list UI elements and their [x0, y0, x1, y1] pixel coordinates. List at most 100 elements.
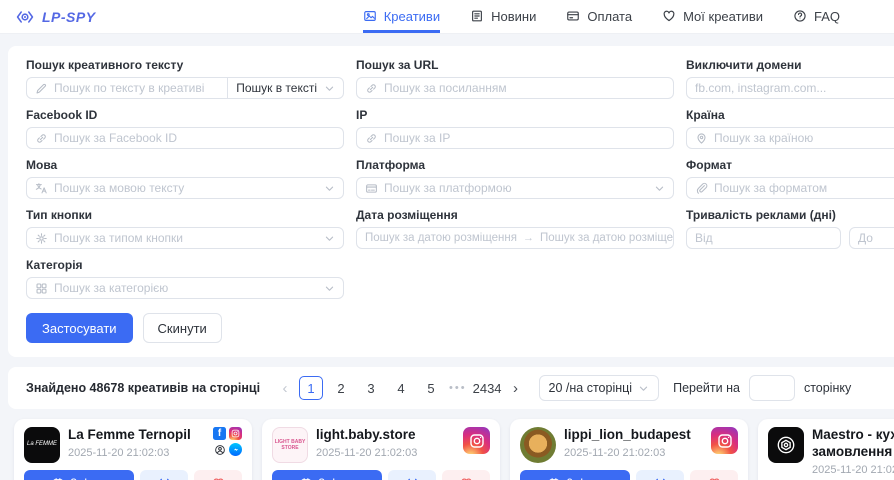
avatar-emblem: [768, 427, 804, 463]
preview-button[interactable]: [140, 470, 188, 480]
button-type-select[interactable]: Пошук за типом кнопки: [26, 227, 344, 249]
page-1[interactable]: 1: [299, 376, 323, 400]
tab-news[interactable]: Новини: [470, 0, 536, 33]
apply-button[interactable]: Застосувати: [26, 313, 133, 343]
card-date: 2025-11-20 21:02:03: [564, 447, 691, 459]
field-platform: Платформа Пошук за платформою: [356, 158, 674, 199]
tab-label: Мої креативи: [683, 9, 763, 24]
header: LP-SPY Креативи Новини Оплата Мої креати…: [0, 0, 894, 34]
chevron-down-icon: [654, 183, 665, 194]
page-5[interactable]: 5: [419, 376, 443, 400]
field-country: Країна: [686, 108, 894, 149]
country-input[interactable]: [686, 127, 894, 149]
image-icon: [363, 9, 377, 23]
url-field[interactable]: [384, 81, 665, 95]
field-ip: IP: [356, 108, 674, 149]
days-button[interactable]: 3 days: [272, 470, 382, 480]
days-button[interactable]: 3 days: [24, 470, 134, 480]
ip-input[interactable]: [356, 127, 674, 149]
eye-icon: [653, 476, 668, 480]
field-label: IP: [356, 108, 674, 122]
card-date: 2025-11-20 21:02:03: [68, 447, 191, 459]
days-button[interactable]: 0 days: [520, 470, 630, 480]
preview-button[interactable]: [636, 470, 684, 480]
url-input[interactable]: [356, 77, 674, 99]
select-placeholder: Пошук за мовою тексту: [54, 181, 184, 195]
exclude-domains-field[interactable]: [695, 81, 894, 95]
messenger-icon[interactable]: [229, 443, 242, 456]
card-title[interactable]: La Femme Ternopil: [68, 427, 191, 444]
duration-from-input[interactable]: [686, 227, 841, 249]
field-label: Країна: [686, 108, 894, 122]
card-date: 2025-11-20 21:02:03: [316, 447, 417, 459]
tab-creatives[interactable]: Креативи: [363, 0, 440, 33]
tab-faq[interactable]: FAQ: [793, 0, 840, 33]
news-icon: [470, 9, 484, 23]
exclude-domains-input[interactable]: [686, 77, 894, 99]
text-search-mode-select[interactable]: Пошук в тексті: [227, 77, 344, 99]
page-3[interactable]: 3: [359, 376, 383, 400]
page-ellipsis[interactable]: •••: [449, 382, 467, 394]
field-label: Формат: [686, 158, 894, 172]
card-title-line2[interactable]: замовлення в Ужго: [812, 444, 894, 461]
prev-page-button[interactable]: ‹: [274, 376, 296, 400]
question-icon: [793, 9, 807, 23]
field-label: Платформа: [356, 158, 674, 172]
select-placeholder: Пошук за платформою: [384, 181, 512, 195]
logo[interactable]: LP-SPY: [14, 0, 96, 33]
preview-button[interactable]: [388, 470, 436, 480]
profile-icon[interactable]: [213, 443, 226, 456]
card-title[interactable]: Maestro - кухні, ме: [812, 427, 894, 444]
country-field[interactable]: [714, 131, 894, 145]
creative-text-field[interactable]: [54, 81, 219, 95]
tab-payment[interactable]: Оплата: [566, 0, 632, 33]
card-title[interactable]: lippi_lion_budapest: [564, 427, 691, 444]
creative-text-input[interactable]: [26, 77, 228, 99]
duration-from-field[interactable]: [695, 231, 832, 245]
category-grid-icon: [35, 282, 48, 295]
goto-page-input[interactable]: [749, 375, 795, 401]
reset-button[interactable]: Скинути: [143, 313, 222, 343]
instagram-icon[interactable]: [229, 427, 242, 440]
date-range-picker[interactable]: Пошук за датою розміщення → Пошук за дат…: [356, 227, 674, 249]
instagram-icon[interactable]: [711, 427, 738, 454]
next-page-button[interactable]: ›: [505, 376, 527, 400]
instagram-icon[interactable]: [463, 427, 490, 454]
format-input[interactable]: [686, 177, 894, 199]
field-label: Тривалість реклами (дні): [686, 208, 894, 222]
avatar: LIGHT BABY STORE: [272, 427, 308, 463]
tab-my-creatives[interactable]: Мої креативи: [662, 0, 763, 33]
duration-to-field[interactable]: [858, 231, 894, 245]
chevron-down-icon: [324, 283, 335, 294]
card-title[interactable]: light.baby.store: [316, 427, 417, 444]
facebook-id-input[interactable]: [26, 127, 344, 149]
format-field[interactable]: [714, 181, 894, 195]
pencil-icon: [35, 82, 48, 95]
heart-icon: [662, 9, 676, 23]
emblem-icon: [775, 434, 797, 456]
favorite-button[interactable]: [690, 470, 738, 480]
chevron-down-icon: [324, 233, 335, 244]
goto-prefix-label: Перейти на: [673, 381, 740, 395]
favorite-button[interactable]: [442, 470, 490, 480]
page-last[interactable]: 2434: [473, 376, 502, 400]
paperclip-icon: [695, 182, 708, 195]
creative-card: lippi_lion_budapest 2025-11-20 21:02:03 …: [510, 419, 748, 480]
page-2[interactable]: 2: [329, 376, 353, 400]
days-label: 3 days: [70, 476, 105, 480]
creative-card: Maestro - кухні, ме замовлення в Ужго 20…: [758, 419, 894, 480]
avatar-label: LIGHT BABY STORE: [273, 439, 307, 452]
ip-field[interactable]: [384, 131, 665, 145]
facebook-icon[interactable]: f: [213, 427, 226, 440]
language-select[interactable]: Пошук за мовою тексту: [26, 177, 344, 199]
page-size-select[interactable]: 20 /на сторінці: [539, 375, 660, 401]
facebook-id-field[interactable]: [54, 131, 335, 145]
avatar: La FEMME: [24, 427, 60, 463]
category-select[interactable]: Пошук за категорією: [26, 277, 344, 299]
page-4[interactable]: 4: [389, 376, 413, 400]
favorite-button[interactable]: [194, 470, 242, 480]
duration-to-input[interactable]: [849, 227, 894, 249]
platform-select[interactable]: Пошук за платформою: [356, 177, 674, 199]
field-format: Формат: [686, 158, 894, 199]
field-url: Пошук за URL: [356, 58, 674, 99]
